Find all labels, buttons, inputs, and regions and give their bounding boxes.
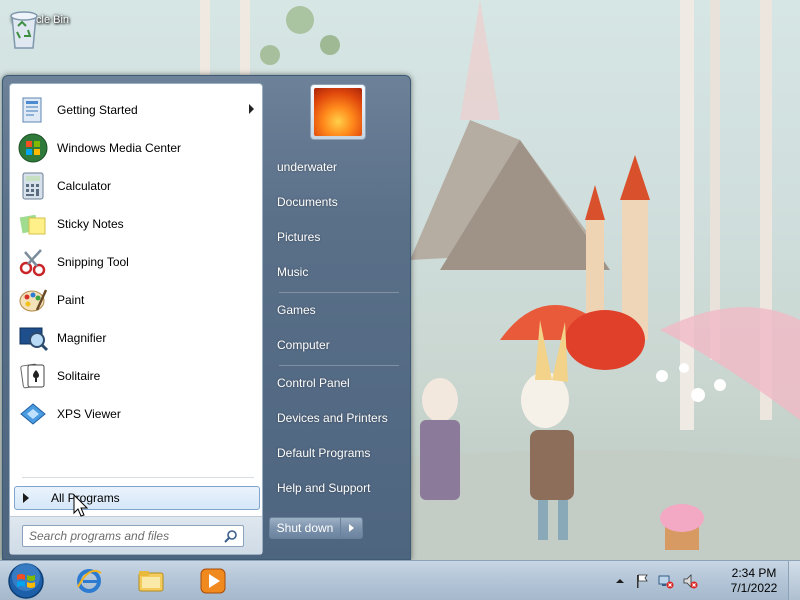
sticky-notes-icon (19, 214, 46, 235)
separator (22, 477, 254, 478)
right-item-help-support[interactable]: Help and Support (269, 473, 405, 503)
program-label: Sticky Notes (57, 217, 124, 231)
program-label: Getting Started (57, 103, 138, 117)
separator (279, 292, 399, 293)
calculator-icon (22, 172, 44, 200)
right-item-music[interactable]: Music (269, 257, 405, 287)
recycle-bin-icon (10, 11, 38, 49)
right-item-devices-printers[interactable]: Devices and Printers (269, 403, 405, 433)
program-paint[interactable]: Paint (14, 282, 260, 318)
program-sticky-notes[interactable]: Sticky Notes (14, 206, 260, 242)
notification-area: 2:34 PM 7/1/2022 (610, 561, 800, 600)
taskbar-media-player[interactable] (186, 563, 240, 599)
getting-started-icon (22, 97, 42, 123)
clock-time: 2:34 PM (731, 566, 777, 580)
recycle-bin-shortcut[interactable]: Recycle Bin (4, 6, 76, 49)
paint-icon (19, 289, 48, 312)
expand-arrow-icon (23, 493, 29, 503)
program-label: Paint (57, 293, 85, 307)
program-windows-media-center[interactable]: Windows Media Center (14, 130, 260, 166)
shutdown-options-button[interactable] (341, 517, 363, 539)
search-icon[interactable] (224, 529, 238, 543)
program-xps-viewer[interactable]: XPS Viewer (14, 396, 260, 432)
program-snipping-tool[interactable]: Snipping Tool (14, 244, 260, 280)
program-label: Windows Media Center (57, 141, 182, 155)
right-item-control-panel[interactable]: Control Panel (269, 368, 405, 398)
search-box[interactable] (22, 525, 244, 547)
search-input[interactable] (29, 528, 219, 544)
user-picture[interactable] (310, 84, 366, 140)
start-menu: Getting Started Windows Media Center Cal… (2, 75, 411, 560)
start-button[interactable] (6, 562, 46, 600)
taskbar-internet-explorer[interactable] (62, 563, 116, 599)
right-item-user-folder[interactable]: underwater (269, 152, 405, 182)
right-item-default-programs[interactable]: Default Programs (269, 438, 405, 468)
action-center-flag-icon[interactable] (634, 573, 650, 589)
windows-explorer-icon (138, 571, 164, 592)
snipping-tool-icon (19, 249, 46, 277)
program-solitaire[interactable]: Solitaire (14, 358, 260, 394)
media-center-icon (18, 133, 48, 163)
program-magnifier[interactable]: Magnifier (14, 320, 260, 356)
search-area (10, 516, 262, 554)
programs-pane: Getting Started Windows Media Center Cal… (9, 83, 263, 555)
user-photo (314, 88, 362, 136)
clock[interactable]: 2:34 PM 7/1/2022 (722, 566, 786, 596)
right-item-games[interactable]: Games (269, 295, 405, 325)
taskbar-windows-explorer[interactable] (124, 563, 178, 599)
program-label: Calculator (57, 179, 112, 193)
separator (279, 365, 399, 366)
right-item-documents[interactable]: Documents (269, 187, 405, 217)
all-programs-button[interactable]: All Programs (14, 486, 260, 510)
program-getting-started[interactable]: Getting Started (14, 92, 260, 128)
show-hidden-icons-chevron-icon[interactable] (612, 573, 628, 589)
program-label: Solitaire (57, 369, 101, 383)
right-item-computer[interactable]: Computer (269, 330, 405, 360)
shutdown-button[interactable]: Shut down (269, 517, 341, 539)
taskbar: 2:34 PM 7/1/2022 (0, 560, 800, 600)
volume-muted-icon[interactable] (682, 573, 698, 589)
network-disconnected-icon[interactable] (658, 573, 674, 589)
program-label: Magnifier (57, 331, 107, 345)
shutdown-group: Shut down (269, 517, 363, 539)
mouse-cursor-icon (73, 494, 89, 517)
program-label: XPS Viewer (57, 407, 121, 421)
solitaire-icon (20, 363, 45, 389)
media-player-icon (200, 568, 226, 594)
program-label: Snipping Tool (57, 255, 129, 269)
show-desktop-button[interactable] (788, 561, 800, 600)
internet-explorer-icon (77, 569, 102, 593)
xps-viewer-icon (20, 403, 46, 425)
program-calculator[interactable]: Calculator (14, 168, 260, 204)
clock-date: 7/1/2022 (730, 581, 778, 595)
magnifier-icon (19, 327, 49, 352)
submenu-arrow-icon[interactable] (249, 104, 254, 114)
right-item-pictures[interactable]: Pictures (269, 222, 405, 252)
